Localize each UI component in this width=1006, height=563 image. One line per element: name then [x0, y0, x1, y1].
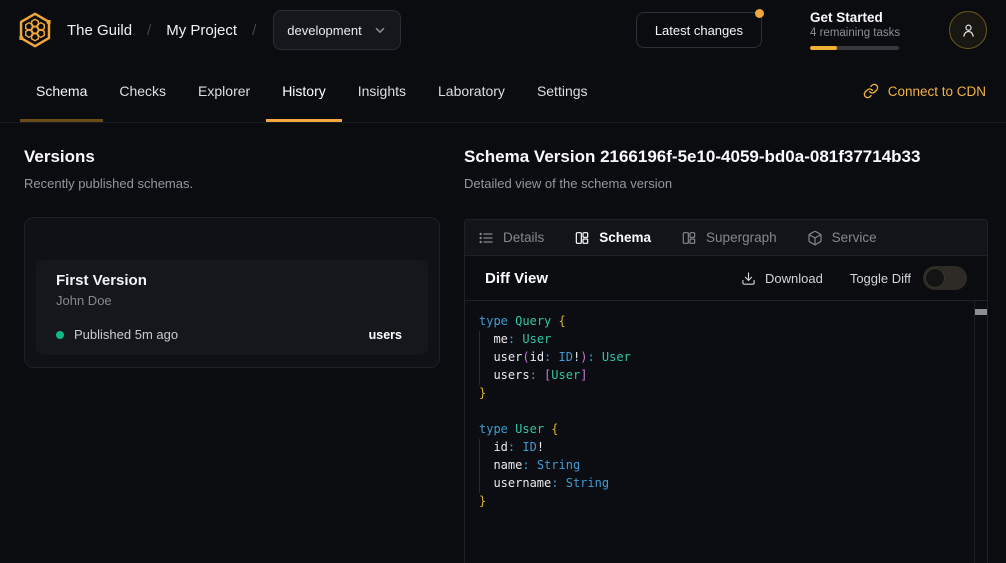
breadcrumb-project[interactable]: My Project	[166, 22, 237, 39]
list-icon	[478, 230, 494, 246]
toggle-diff-control: Toggle Diff	[850, 266, 967, 290]
breadcrumb-org[interactable]: The Guild	[67, 22, 132, 39]
schema-code-viewer: type Query { me: User user(id: ID!): Use…	[465, 301, 987, 563]
switch-knob	[925, 268, 945, 288]
version-meta-row: Published 5m ago users	[56, 327, 408, 342]
version-name: First Version	[56, 272, 408, 289]
breadcrumb: The Guild / My Project /	[67, 22, 256, 39]
progress-fill	[810, 46, 837, 50]
nav-tab-insights[interactable]: Insights	[342, 60, 422, 122]
notification-dot	[755, 9, 764, 18]
detail-tab-supergraph[interactable]: Supergraph	[681, 230, 777, 246]
link-icon	[863, 83, 879, 99]
version-list: First Version John Doe Published 5m ago …	[24, 217, 440, 368]
published-status-dot	[56, 331, 64, 339]
nav-tab-schema[interactable]: Schema	[20, 60, 103, 122]
code-block: type Query { me: User user(id: ID!): Use…	[479, 312, 971, 510]
nav-tab-label: Schema	[36, 83, 87, 99]
chevron-down-icon	[373, 23, 387, 37]
download-button[interactable]: Download	[741, 271, 823, 286]
vertical-scrollbar[interactable]	[974, 301, 987, 563]
diff-view-actions: Download Toggle Diff	[741, 266, 967, 290]
get-started-subtitle: 4 remaining tasks	[810, 27, 899, 39]
detail-tab-label: Supergraph	[706, 230, 777, 245]
user-avatar[interactable]	[949, 11, 987, 49]
detail-tab-label: Schema	[599, 230, 651, 245]
versions-title: Versions	[24, 147, 440, 167]
get-started-title: Get Started	[810, 10, 899, 25]
detail-tabs: Details Schema Supergraph	[465, 220, 987, 256]
get-started-progressbar	[810, 46, 899, 50]
detail-tab-label: Details	[503, 230, 544, 245]
detail-tab-schema[interactable]: Schema	[574, 230, 651, 246]
code-line: type Query {	[479, 312, 971, 330]
nav-tab-label: Laboratory	[438, 83, 505, 99]
detail-tab-service[interactable]: Service	[807, 230, 877, 246]
breadcrumb-separator: /	[252, 22, 256, 39]
columns-icon	[681, 230, 697, 246]
nav-tab-history[interactable]: History	[266, 60, 342, 122]
code-line: }	[479, 492, 971, 510]
box-icon	[807, 230, 823, 246]
cdn-link-label: Connect to CDN	[888, 84, 986, 99]
download-label: Download	[765, 271, 823, 286]
nav-tab-label: History	[282, 83, 326, 99]
version-author: John Doe	[56, 293, 408, 308]
main-content: Versions Recently published schemas. Fir…	[0, 123, 1006, 563]
version-detail-box: Details Schema Supergraph	[464, 219, 988, 563]
nav-tab-checks[interactable]: Checks	[103, 60, 182, 122]
target-selector-value: development	[287, 23, 361, 38]
code-line: users: [User]	[479, 366, 971, 384]
toggle-diff-label: Toggle Diff	[850, 271, 911, 286]
diff-view-title: Diff View	[485, 270, 548, 287]
indent-guide	[479, 439, 480, 493]
nav-tab-settings[interactable]: Settings	[521, 60, 604, 122]
app-header: The Guild / My Project / development Lat…	[0, 0, 1006, 60]
hive-logo-icon[interactable]	[16, 11, 54, 49]
project-nav: Schema Checks Explorer History Insights …	[0, 60, 1006, 123]
scrollbar-thumb[interactable]	[975, 309, 987, 315]
versions-panel: Versions Recently published schemas. Fir…	[24, 147, 440, 563]
download-icon	[741, 271, 756, 286]
diff-view-header: Diff View Download Toggle Diff	[465, 256, 987, 301]
version-status: Published 5m ago	[74, 327, 178, 342]
nav-tab-label: Checks	[119, 83, 166, 99]
nav-tab-explorer[interactable]: Explorer	[182, 60, 266, 122]
latest-changes-button[interactable]: Latest changes	[636, 12, 762, 48]
version-service-badge: users	[369, 328, 402, 342]
versions-subtitle: Recently published schemas.	[24, 176, 440, 191]
version-detail-subtitle: Detailed view of the schema version	[464, 176, 988, 191]
version-list-item[interactable]: First Version John Doe Published 5m ago …	[36, 260, 428, 355]
code-line	[479, 402, 971, 420]
code-line: }	[479, 384, 971, 402]
code-line: type User {	[479, 420, 971, 438]
code-line: username: String	[479, 474, 971, 492]
version-detail-title: Schema Version 2166196f-5e10-4059-bd0a-0…	[464, 147, 988, 167]
nav-tab-label: Settings	[537, 83, 588, 99]
nav-tab-laboratory[interactable]: Laboratory	[422, 60, 521, 122]
nav-tab-label: Explorer	[198, 83, 250, 99]
code-line: me: User	[479, 330, 971, 348]
person-icon	[960, 22, 977, 39]
code-line: id: ID!	[479, 438, 971, 456]
indent-guide	[479, 331, 480, 385]
latest-changes-label: Latest changes	[655, 23, 743, 38]
get-started-widget[interactable]: Get Started 4 remaining tasks	[810, 10, 899, 50]
columns-icon	[574, 230, 590, 246]
code-line: user(id: ID!): User	[479, 348, 971, 366]
connect-to-cdn-link[interactable]: Connect to CDN	[863, 60, 986, 122]
target-selector[interactable]: development	[273, 10, 400, 50]
toggle-diff-switch[interactable]	[923, 266, 967, 290]
detail-tab-details[interactable]: Details	[478, 230, 544, 246]
nav-tab-label: Insights	[358, 83, 406, 99]
breadcrumb-separator: /	[147, 22, 151, 39]
code-line: name: String	[479, 456, 971, 474]
detail-tab-label: Service	[832, 230, 877, 245]
version-detail-panel: Schema Version 2166196f-5e10-4059-bd0a-0…	[464, 147, 988, 563]
